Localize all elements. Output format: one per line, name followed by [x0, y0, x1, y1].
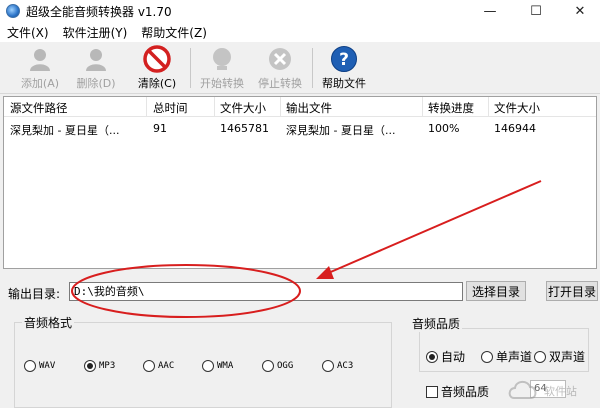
table-row[interactable]: 深見梨加 - 夏日星（... 91 1465781 深見梨加 - 夏日星（...… — [4, 119, 596, 137]
column-progress[interactable]: 转换进度 — [428, 100, 474, 116]
watermark-logo: 软件站 — [508, 376, 600, 406]
menu-register[interactable]: 软件注册(Y) — [56, 24, 135, 41]
stop-icon — [265, 45, 295, 73]
menu-bar: 文件(X) 软件注册(Y) 帮助文件(Z) — [0, 22, 600, 42]
menu-help[interactable]: 帮助文件(Z) — [134, 24, 214, 41]
column-source-path[interactable]: 源文件路径 — [10, 100, 68, 116]
cell-progress: 100% — [428, 122, 460, 135]
choose-dir-button[interactable]: 选择目录 — [466, 281, 526, 301]
prohibit-icon — [142, 45, 172, 73]
window-title: 超级全能音频转换器 v1.70 — [26, 4, 172, 19]
title-bar: 超级全能音频转换器 v1.70 — ☐ ✕ — [0, 0, 600, 22]
cell-output-size: 146944 — [494, 122, 536, 135]
output-dir-label: 输出目录: — [8, 287, 61, 301]
add-button[interactable]: 添加(A) — [18, 45, 62, 93]
cell-source-path: 深見梨加 - 夏日星（... — [10, 124, 120, 137]
svg-text:?: ? — [339, 50, 349, 70]
file-list[interactable]: 源文件路径 总时间 文件大小 输出文件 转换进度 文件大小 深見梨加 - 夏日星… — [3, 96, 597, 269]
cell-file-size: 1465781 — [220, 122, 269, 135]
open-dir-button[interactable]: 打开目录 — [546, 281, 598, 301]
cell-total-time: 91 — [153, 122, 167, 135]
quality-auto-radio[interactable]: 自动 — [426, 348, 465, 365]
close-button[interactable]: ✕ — [558, 0, 600, 22]
format-mp3-radio[interactable]: MP3 — [84, 360, 115, 372]
output-dir-input[interactable]: D:\我的音频\ — [69, 282, 463, 301]
svg-text:软件站: 软件站 — [544, 384, 577, 398]
remove-person-icon — [81, 45, 111, 73]
toolbar-separator — [190, 48, 191, 88]
format-wav-radio[interactable]: WAV — [24, 360, 55, 372]
file-list-header: 源文件路径 总时间 文件大小 输出文件 转换进度 文件大小 — [4, 97, 596, 117]
app-icon — [6, 4, 20, 18]
format-aac-radio[interactable]: AAC — [143, 360, 174, 372]
start-icon — [207, 45, 237, 73]
format-wma-radio[interactable]: WMA — [202, 360, 233, 372]
column-total-time[interactable]: 总时间 — [153, 100, 188, 116]
column-file-size[interactable]: 文件大小 — [220, 100, 266, 116]
format-ac3-radio[interactable]: AC3 — [322, 360, 353, 372]
column-output-size[interactable]: 文件大小 — [494, 100, 540, 116]
audio-quality-title: 音频品质 — [410, 315, 463, 332]
cell-output-file: 深見梨加 - 夏日星（... — [286, 124, 396, 137]
column-output-file[interactable]: 输出文件 — [286, 100, 332, 116]
format-ogg-radio[interactable]: OGG — [262, 360, 293, 372]
toolbar: 添加(A) 删除(D) 清除(C) 开始转换 停止转换 ? 帮助文件 — [0, 42, 600, 94]
audio-format-title: 音频格式 — [22, 314, 75, 331]
menu-file[interactable]: 文件(X) — [0, 24, 56, 41]
minimize-button[interactable]: — — [468, 0, 512, 22]
help-file-button[interactable]: ? 帮助文件 — [318, 45, 370, 93]
delete-button[interactable]: 删除(D) — [74, 45, 118, 93]
start-convert-button[interactable]: 开始转换 — [197, 45, 247, 93]
clear-button[interactable]: 清除(C) — [133, 45, 181, 93]
maximize-button[interactable]: ☐ — [514, 0, 558, 22]
toolbar-separator — [312, 48, 313, 88]
add-person-icon — [25, 45, 55, 73]
quality-mono-radio[interactable]: 单声道 — [481, 348, 532, 365]
audio-quality-checkbox[interactable]: 音频品质 — [426, 383, 489, 400]
quality-stereo-radio[interactable]: 双声道 — [534, 348, 585, 365]
help-icon: ? — [329, 45, 359, 73]
stop-convert-button[interactable]: 停止转换 — [255, 45, 305, 93]
